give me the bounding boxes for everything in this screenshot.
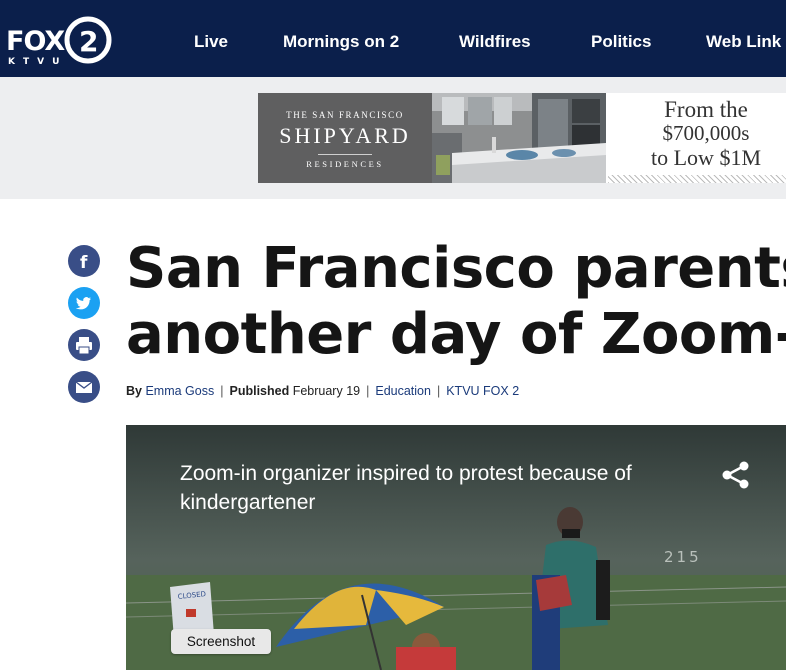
byline-separator: |: [436, 384, 441, 398]
top-nav: FOX 2 KTVU Live Mornings on 2 Wildfires …: [0, 0, 786, 77]
email-share-button[interactable]: [68, 371, 100, 403]
published-label: Published: [229, 384, 290, 398]
ad-price-line3: to Low $1M: [651, 145, 761, 170]
ad-kitchen-photo: [432, 93, 606, 183]
headline-line1: San Francisco parents: [126, 236, 786, 301]
print-icon: [76, 337, 92, 355]
author-link[interactable]: Emma Goss: [145, 384, 214, 398]
publish-date: February 19: [292, 384, 361, 398]
svg-text:FOX: FOX: [6, 26, 65, 57]
twitter-share-button[interactable]: [68, 287, 100, 319]
svg-text:KTVU: KTVU: [8, 57, 67, 67]
ad-brand-divider: [318, 154, 372, 155]
ktvu-fox2-logo[interactable]: FOX 2 KTVU: [4, 16, 116, 68]
shipyard-ad-banner[interactable]: THE SAN FRANCISCO SHIPYARD RESIDENCES Fr…: [258, 93, 786, 183]
ad-strip: THE SAN FRANCISCO SHIPYARD RESIDENCES Fr…: [0, 77, 786, 199]
twitter-icon: [75, 297, 91, 310]
svg-text:f: f: [80, 253, 88, 273]
nav-item-live[interactable]: Live: [194, 32, 228, 52]
print-share-button[interactable]: [68, 329, 100, 361]
facebook-share-button[interactable]: f: [68, 245, 100, 277]
facebook-icon: f: [80, 253, 88, 273]
screenshot-tooltip: Screenshot: [171, 629, 271, 654]
ad-brand-line3: RESIDENCES: [306, 159, 384, 169]
ad-brand-panel: THE SAN FRANCISCO SHIPYARD RESIDENCES: [258, 93, 432, 183]
svg-text:2: 2: [79, 25, 98, 58]
ad-brand-line2: SHIPYARD: [279, 123, 411, 148]
ad-stripe-decoration: [608, 175, 786, 183]
share-icon: [722, 461, 749, 489]
nav-item-politics[interactable]: Politics: [591, 32, 651, 52]
ad-price-panel: From the $700,000s to Low $1M: [606, 93, 786, 183]
ad-price-line1: From the: [664, 97, 748, 122]
nav-item-wildfires[interactable]: Wildfires: [459, 32, 531, 52]
byline-separator: |: [366, 384, 370, 398]
email-icon: [75, 381, 93, 393]
category-link[interactable]: Education: [375, 384, 431, 398]
video-title: Zoom-in organizer inspired to protest be…: [180, 462, 632, 514]
article-headline: San Francisco parents another day of Zoo…: [126, 236, 786, 368]
source-link[interactable]: KTVU FOX 2: [446, 384, 519, 398]
ad-brand-line1: THE SAN FRANCISCO: [286, 110, 404, 120]
ad-price-line2: $700,000s: [662, 121, 750, 145]
nav-item-mornings-on-2[interactable]: Mornings on 2: [283, 32, 399, 52]
by-label: By: [126, 384, 142, 398]
byline-separator: |: [220, 384, 224, 398]
video-share-button[interactable]: [720, 459, 752, 491]
article-byline: By Emma Goss | Published February 19 | Educa…: [126, 384, 519, 398]
nav-item-web-link[interactable]: Web Link: [706, 32, 781, 52]
field-number-text: 215: [664, 548, 702, 566]
headline-line2: another day of Zoom-i: [126, 302, 786, 367]
